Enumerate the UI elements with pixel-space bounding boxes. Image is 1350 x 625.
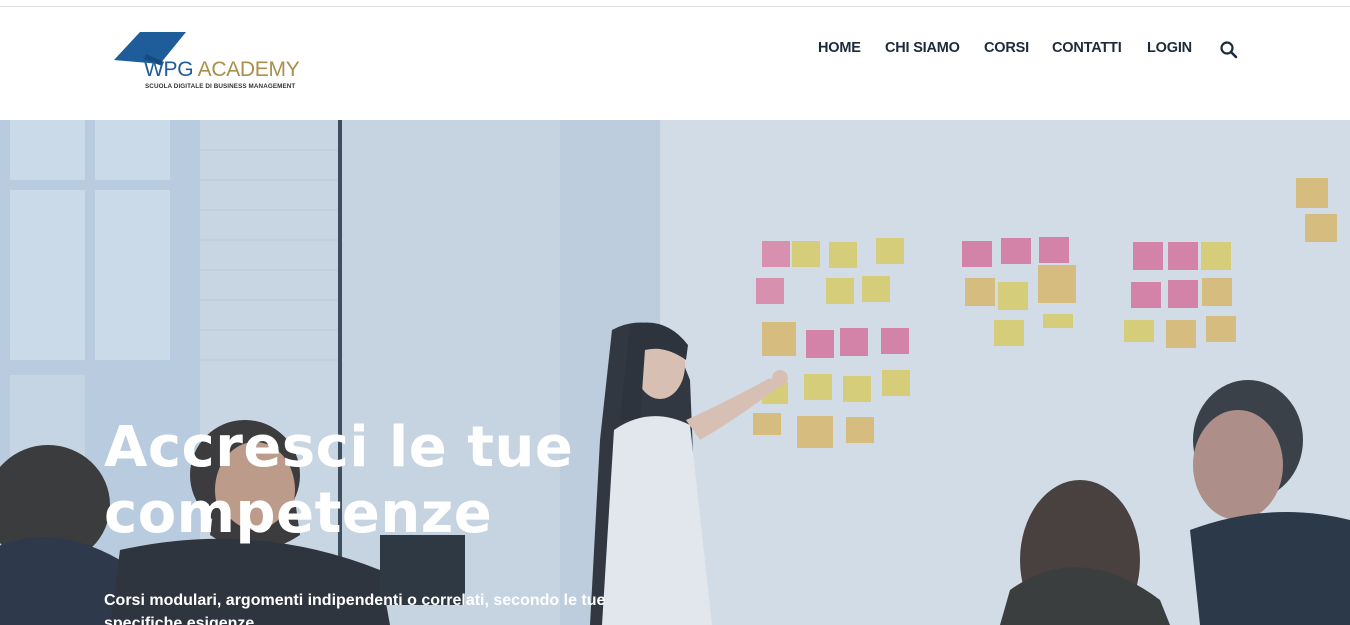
logo[interactable]: WPG ACADEMY SCUOLA DIGITALE DI BUSINESS … [114,32,324,102]
nav-contatti[interactable]: CONTATTI [1052,40,1122,56]
nav-home[interactable]: HOME [818,40,861,56]
hero-banner: Accresci le tue competenze Corsi modular… [0,120,1350,625]
site-header: WPG ACADEMY SCUOLA DIGITALE DI BUSINESS … [0,7,1350,120]
hero-overlay [0,120,1350,625]
search-icon[interactable] [1219,40,1239,60]
logo-academy: ACADEMY [197,58,300,81]
hero-subtitle: Corsi modulari, argomenti indipendenti o… [104,592,606,625]
nav-corsi[interactable]: CORSI [984,40,1029,56]
hero-title: Accresci le tue competenze [104,415,574,546]
logo-wordmark: WPG ACADEMY [144,58,300,81]
logo-wpg: WPG [144,58,194,81]
logo-tagline: SCUOLA DIGITALE DI BUSINESS MANAGEMENT [145,83,296,90]
nav-chi-siamo[interactable]: CHI SIAMO [885,40,960,56]
nav-login[interactable]: LOGIN [1147,40,1192,56]
